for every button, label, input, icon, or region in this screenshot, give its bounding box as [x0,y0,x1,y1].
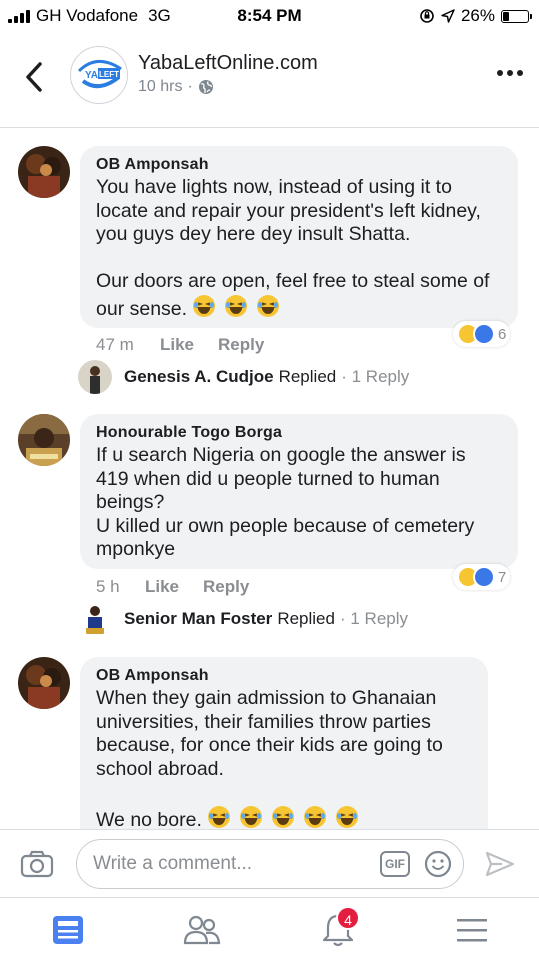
back-chevron-icon[interactable] [22,60,46,94]
post-header: LEFT YA YabaLeftOnline.com 10 hrs · [0,32,539,128]
like-reaction-icon [473,566,495,588]
notifications-tab[interactable]: 4 [318,906,360,950]
battery-percent: 26% [460,6,495,25]
reaction-summary[interactable]: 6 [453,321,511,347]
laughing-emoji-icon [272,805,295,828]
more-options-icon[interactable] [497,70,523,76]
like-reaction-icon [473,323,495,345]
reply-preview[interactable]: Genesis A. Cudjoe Replied · 1 Reply [78,360,409,394]
news-feed-tab-icon[interactable] [48,910,88,950]
comment-time: 47 m [96,335,134,354]
laughing-emoji-icon [240,805,263,828]
comment-text: If u search Nigeria on google the answer… [96,444,475,560]
reply-author[interactable]: Genesis A. Cudjoe [124,367,274,387]
reply-avatar [78,602,112,636]
page-name[interactable]: YabaLeftOnline.com [138,52,318,75]
reply-preview[interactable]: Senior Man Foster Replied · 1 Reply [78,602,408,636]
comment-time: 5 h [96,577,120,596]
menu-tab-icon[interactable] [452,910,492,950]
laughing-emoji-icon [208,805,231,828]
logo-text: LEFT [99,70,119,79]
reply-verb: Replied [278,367,337,386]
page-logo[interactable]: LEFT YA [70,46,128,104]
reply-author[interactable]: Senior Man Foster [124,609,272,629]
location-arrow-icon [441,9,455,23]
comment-composer: Write a comment... GIF [0,829,539,897]
svg-text:YA: YA [85,70,98,81]
yabaleft-logo-icon: LEFT YA [77,60,122,89]
reply-verb: Replied [277,609,335,628]
avatar[interactable] [18,414,70,466]
laugh-emoji-group [207,805,367,830]
laughing-emoji-icon [304,805,327,828]
laugh-emoji-group [192,294,288,320]
reply-button[interactable]: Reply [203,577,249,597]
comment-actions: 47 m Like Reply [96,335,264,355]
comment-author[interactable]: OB Amponsah [96,667,472,685]
reaction-count: 6 [498,325,507,343]
comments-feed[interactable]: OB Amponsah You have lights now, instead… [0,129,539,829]
send-icon[interactable] [484,850,516,878]
laughing-emoji-icon [193,294,216,317]
laughing-emoji-icon [336,805,359,828]
post-age: 10 hrs [138,78,183,95]
reply-avatar [78,360,112,394]
post-meta: 10 hrs · [138,78,214,96]
comment-bubble: OB Amponsah You have lights now, instead… [80,146,518,328]
comment-text: You have lights now, instead of using it… [96,176,490,320]
bottom-tab-bar: 4 [0,897,539,960]
laughing-emoji-icon [225,294,248,317]
comment-actions: 5 h Like Reply [96,577,249,597]
comment-bubble: OB Amponsah When they gain admission to … [80,657,488,829]
orientation-lock-icon [420,9,434,23]
comment-author[interactable]: Honourable Togo Borga [96,424,502,442]
comment-bubble: Honourable Togo Borga If u search Nigeri… [80,414,518,569]
reply-count[interactable]: · 1 Reply [340,609,408,629]
reply-button[interactable]: Reply [218,335,264,355]
like-button[interactable]: Like [145,577,203,597]
friends-tab-icon[interactable] [182,910,222,950]
comment-text: When they gain admission to Ghanaian uni… [96,687,443,830]
battery-icon [501,9,532,23]
laughing-emoji-icon [257,294,280,317]
globe-icon [198,80,213,94]
avatar[interactable] [18,146,70,198]
like-button[interactable]: Like [160,335,218,355]
camera-icon[interactable] [20,850,54,878]
comment-author[interactable]: OB Amponsah [96,156,502,174]
sticker-smiley-icon[interactable] [424,850,452,878]
gif-button[interactable]: GIF [380,851,410,877]
status-bar: GH Vodafone 3G 8:54 PM 26% [0,0,539,32]
reply-count[interactable]: · 1 Reply [341,367,409,387]
avatar[interactable] [18,657,70,709]
reaction-summary[interactable]: 7 [453,564,511,590]
reaction-count: 7 [498,568,507,586]
notification-badge: 4 [336,906,360,930]
